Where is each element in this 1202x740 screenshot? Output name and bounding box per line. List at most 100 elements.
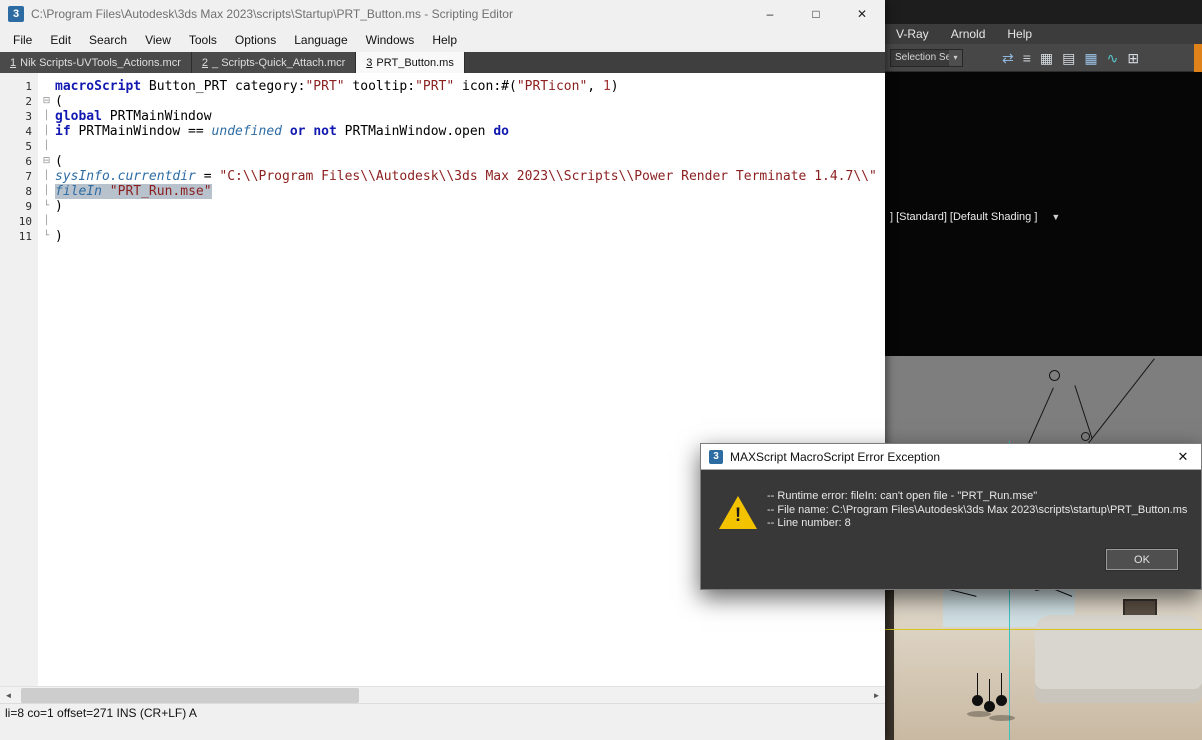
max-menu-help[interactable]: Help [996,27,1043,41]
wireframe-stand [1074,385,1092,439]
code-token: macroScript [55,79,141,94]
menu-language[interactable]: Language [285,33,356,47]
code-token: ) [55,229,63,244]
menu-edit[interactable]: Edit [41,33,80,47]
floor-lamp-ball [996,695,1007,706]
code-token: not [313,124,336,139]
code-token: "C:\\Program Files\\Autodesk\\3ds Max 20… [219,169,876,184]
line-number: 1 [0,79,32,94]
tab-label: Nik Scripts-UVTools_Actions.mcr [20,57,181,69]
fold-marker: │ [38,169,55,184]
code-token: global [55,109,102,124]
code-line[interactable]: └) [38,199,885,214]
dialog-body: ! -- Runtime error: fileIn: can't open f… [701,470,1201,589]
selection-set-value: Selection Se [891,52,949,63]
schematic-view-icon[interactable]: ⊞ [1127,45,1139,71]
code-token: icon:#( [454,79,517,94]
code-line[interactable]: │ [38,139,885,154]
dialog-title: MAXScript MacroScript Error Exception [730,450,1163,464]
lamp-shadow [989,715,1015,721]
tab-scripts-quick-attach-mcr[interactable]: 2_ Scripts-Quick_Attach.mcr [192,52,356,73]
ribbon-toggle-icon[interactable]: ▦ [1084,45,1097,71]
menu-view[interactable]: View [136,33,180,47]
line-number: 8 [0,184,32,199]
dialog-titlebar[interactable]: 3 MAXScript MacroScript Error Exception … [701,444,1201,470]
fold-marker: │ [38,124,55,139]
line-number: 11 [0,229,32,244]
lamp-shadow [967,711,991,717]
code-line[interactable]: │global PRTMainWindow [38,109,885,124]
tab-nik-scripts-uvtools-actions-mcr[interactable]: 1Nik Scripts-UVTools_Actions.mcr [0,52,192,73]
line-number: 4 [0,124,32,139]
code-token: fileIn [55,184,102,199]
scroll-left-button[interactable]: ◄ [0,687,17,703]
3dsmax-dialog-icon: 3 [709,450,723,464]
line-number: 6 [0,154,32,169]
scene-explorer-icon[interactable]: ▦ [1040,45,1053,71]
scrollbar-thumb[interactable] [21,688,359,703]
editor-titlebar[interactable]: 3 C:\Program Files\Autodesk\3ds Max 2023… [0,0,885,28]
selection-set-dropdown[interactable]: Selection Se ▾ [890,49,963,67]
screen: V-RayArnoldHelp Selection Se ▾ ⇄≡▦▤▦∿⊞ ]… [0,0,1202,740]
max-menu-arnold[interactable]: Arnold [940,27,997,41]
chevron-down-icon[interactable]: ▾ [949,50,962,66]
tab-prt-button-ms[interactable]: 3PRT_Button.ms [356,52,465,73]
line-number: 7 [0,169,32,184]
tab-number: 3 [366,57,372,69]
line-number: 2 [0,94,32,109]
code-line[interactable]: │ [38,214,885,229]
menu-file[interactable]: File [4,33,41,47]
curve-editor-icon[interactable]: ∿ [1107,45,1119,71]
floor-lamp-ball [972,695,983,706]
align-icon[interactable]: ≡ [1023,45,1031,71]
viewport-filter-icon[interactable]: ▼ [1051,212,1060,222]
minimize-button[interactable]: – [747,0,793,28]
code-area[interactable]: macroScript Button_PRT category:"PRT" to… [38,73,885,686]
mirror-icon[interactable]: ⇄ [1002,45,1014,71]
ok-button[interactable]: OK [1106,549,1178,570]
viewport-black[interactable]: ] [Standard] [Default Shading ] ▼ [885,72,1202,356]
fold-marker: └ [38,199,55,214]
warning-exclamation: ! [733,505,743,527]
render-doorway [885,585,894,740]
code-line[interactable]: ⊟( [38,154,885,169]
fold-marker: │ [38,184,55,199]
code-line[interactable]: │if PRTMainWindow == undefined or not PR… [38,124,885,139]
selection-highlight: fileIn "PRT_Run.mse" [55,184,212,199]
layer-explorer-icon[interactable]: ▤ [1062,45,1075,71]
code-line[interactable]: └) [38,229,885,244]
code-token: "PRT" [305,79,344,94]
menu-search[interactable]: Search [80,33,136,47]
close-button[interactable]: ✕ [839,0,885,28]
line-number: 9 [0,199,32,214]
menu-help[interactable]: Help [423,33,466,47]
code-token: tooltip: [345,79,415,94]
max-menu-v-ray[interactable]: V-Ray [885,27,940,41]
scrollbar-track[interactable] [17,687,868,703]
error-message-line: -- Line number: 8 [767,517,1187,531]
menu-windows[interactable]: Windows [357,33,424,47]
fold-marker: └ [38,229,55,244]
fold-collapse-icon[interactable]: ⊟ [38,154,55,169]
gizmo-yellow-line [885,629,1202,630]
scroll-right-button[interactable]: ► [868,687,885,703]
horizontal-scrollbar[interactable]: ◄ ► [0,686,885,703]
code-line[interactable]: macroScript Button_PRT category:"PRT" to… [38,79,885,94]
line-number: 10 [0,214,32,229]
viewport-perspective[interactable] [885,585,1202,740]
code-line[interactable]: │fileIn "PRT_Run.mse" [38,184,885,199]
viewport-shading-label[interactable]: ] [Standard] [Default Shading ] [890,211,1037,223]
code-line[interactable]: ⊟( [38,94,885,109]
code-token: PRTMainWindow.open [337,124,494,139]
code-line[interactable]: │sysInfo.currentdir = "C:\\Program Files… [38,169,885,184]
line-number: 3 [0,109,32,124]
code-token: ( [55,94,63,109]
toolbar-highlight-bar [1194,44,1202,72]
dialog-close-button[interactable]: ✕ [1170,449,1196,465]
menu-options[interactable]: Options [226,33,285,47]
max-toolbar: Selection Se ▾ ⇄ ≡ ▦ ▤ ▦ ∿ ⊞ [885,44,1202,72]
max-titlebar [885,0,1202,24]
fold-collapse-icon[interactable]: ⊟ [38,94,55,109]
menu-tools[interactable]: Tools [180,33,226,47]
maximize-button[interactable]: □ [793,0,839,28]
